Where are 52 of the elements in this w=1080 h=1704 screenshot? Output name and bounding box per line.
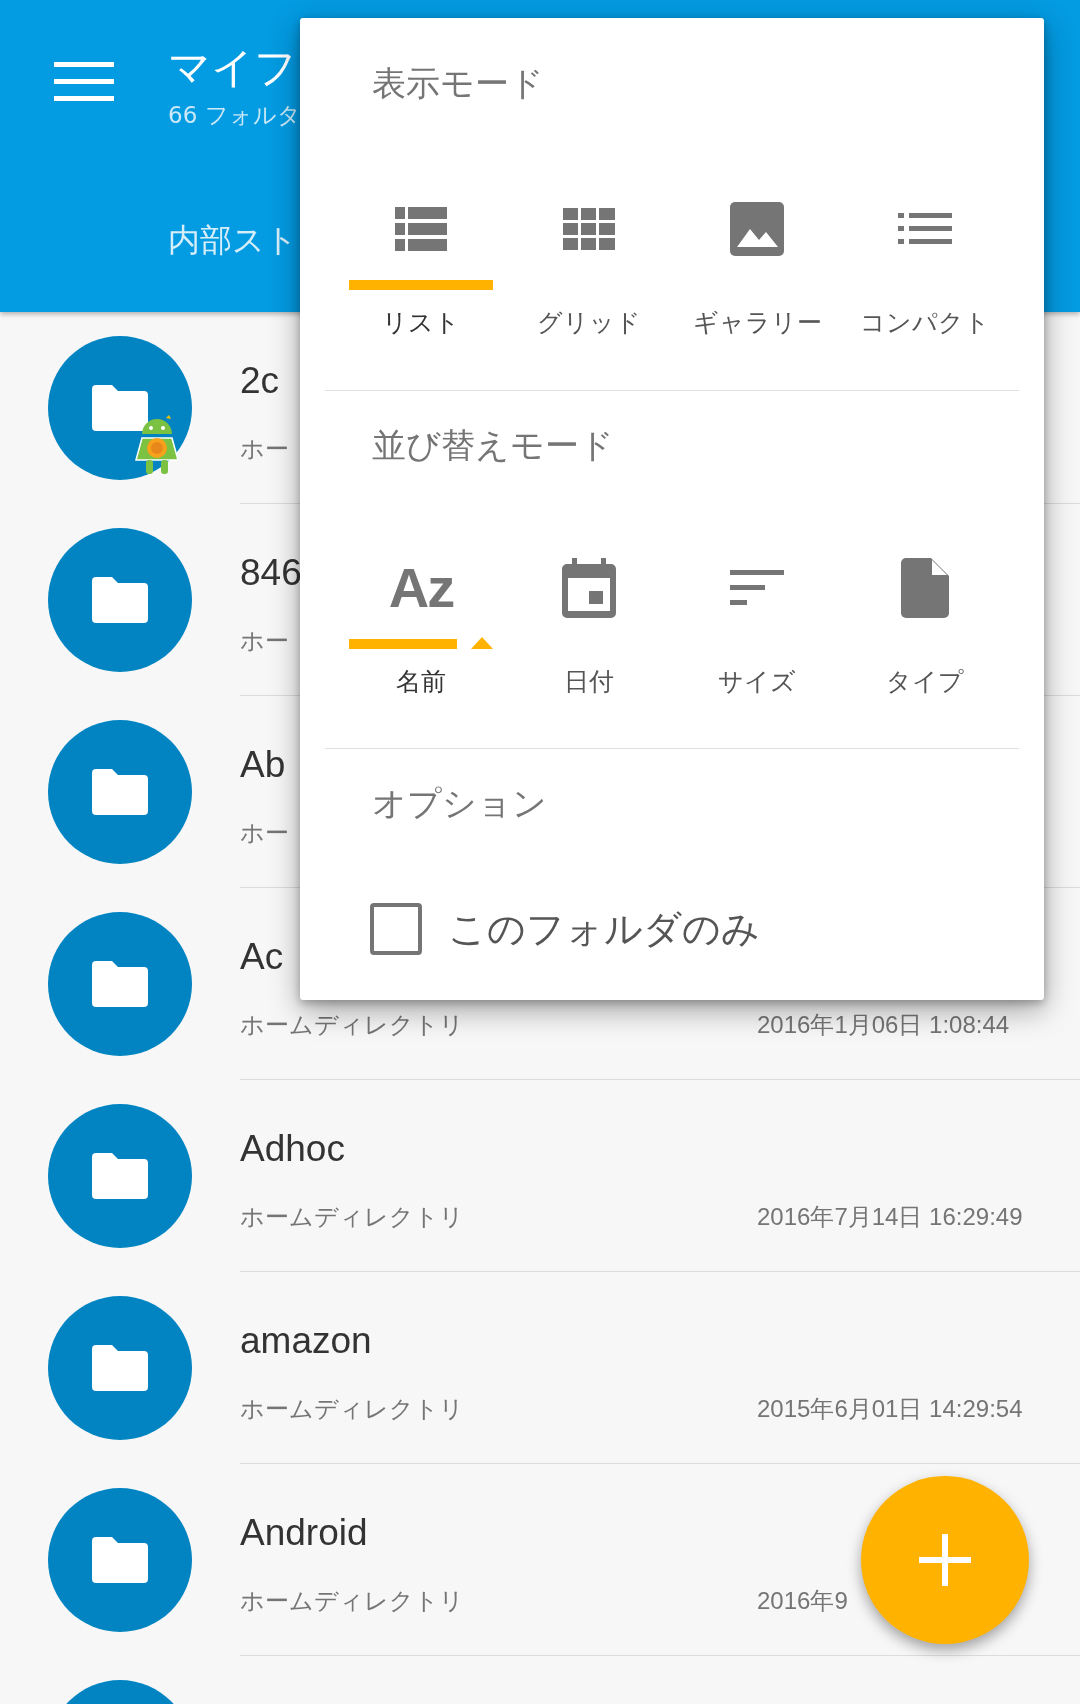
folder-location: ホームディレクトリ (240, 1202, 464, 1232)
plus-icon (919, 1534, 971, 1586)
mode-option[interactable]: リスト (382, 307, 460, 339)
grid-view-icon (563, 208, 615, 250)
calendar-icon (562, 558, 616, 618)
folder-location: ホー (240, 434, 289, 464)
list-view-icon (395, 207, 447, 251)
section-title: 表示モード (371, 63, 545, 103)
mode-option[interactable]: タイプ (886, 666, 964, 698)
folder-icon (92, 769, 148, 815)
modified-date: 2016年7月14日 16:29:49 (757, 1202, 1023, 1232)
folder-name: 846 (240, 551, 302, 595)
folder-name: amazon (240, 1319, 372, 1363)
folder-name: Ac (240, 935, 284, 979)
folder-icon (92, 385, 148, 431)
mode-option[interactable]: ギャラリー (692, 307, 822, 339)
folder-name: 2c (240, 359, 280, 403)
section-title: オプション (371, 783, 548, 823)
mode-option[interactable]: 日付 (564, 666, 614, 698)
section-title: 並び替えモード (371, 425, 615, 465)
folder-location: ホームディレクトリ (240, 1010, 464, 1040)
menu-icon[interactable] (54, 62, 114, 102)
folder-icon (92, 1345, 148, 1391)
folder-location: ホームディレクトリ (240, 1394, 464, 1424)
android-robot-icon (134, 414, 180, 476)
folder-location: ホー (240, 626, 289, 656)
mode-option[interactable]: サイズ (718, 666, 796, 698)
folder-icon (92, 1153, 148, 1199)
sort-name-icon: Az (388, 558, 454, 618)
compact-list-icon (898, 213, 952, 245)
image-icon (730, 202, 784, 256)
folder-name: Adhoc (240, 1127, 345, 1171)
folder-icon (92, 577, 148, 623)
app-title: マイフ (168, 44, 297, 92)
folder-location: ホー (240, 818, 289, 848)
modified-date: 2016年1月06日 1:08:44 (757, 1010, 1010, 1040)
folder-name: Android (240, 1511, 368, 1555)
folder-count: 66 フォルタ (168, 101, 301, 130)
modified-date: 2016年9 (757, 1586, 848, 1616)
folder-icon (92, 1537, 148, 1583)
modified-date: 2015年6月01日 14:29:54 (757, 1394, 1023, 1424)
file-icon (901, 558, 949, 618)
checkbox[interactable] (370, 903, 422, 955)
mode-option[interactable]: グリッド (537, 307, 641, 339)
folder-location: ホームディレクトリ (240, 1586, 464, 1616)
folder-name: Ab (240, 743, 286, 787)
add-button[interactable] (861, 1476, 1029, 1644)
checkbox-label[interactable]: このフォルダのみ (448, 905, 760, 953)
folder-icon (92, 961, 148, 1007)
mode-option[interactable]: コンパクト (860, 307, 990, 339)
mode-option[interactable]: 名前 (396, 666, 446, 698)
sort-lines-icon (730, 570, 784, 606)
